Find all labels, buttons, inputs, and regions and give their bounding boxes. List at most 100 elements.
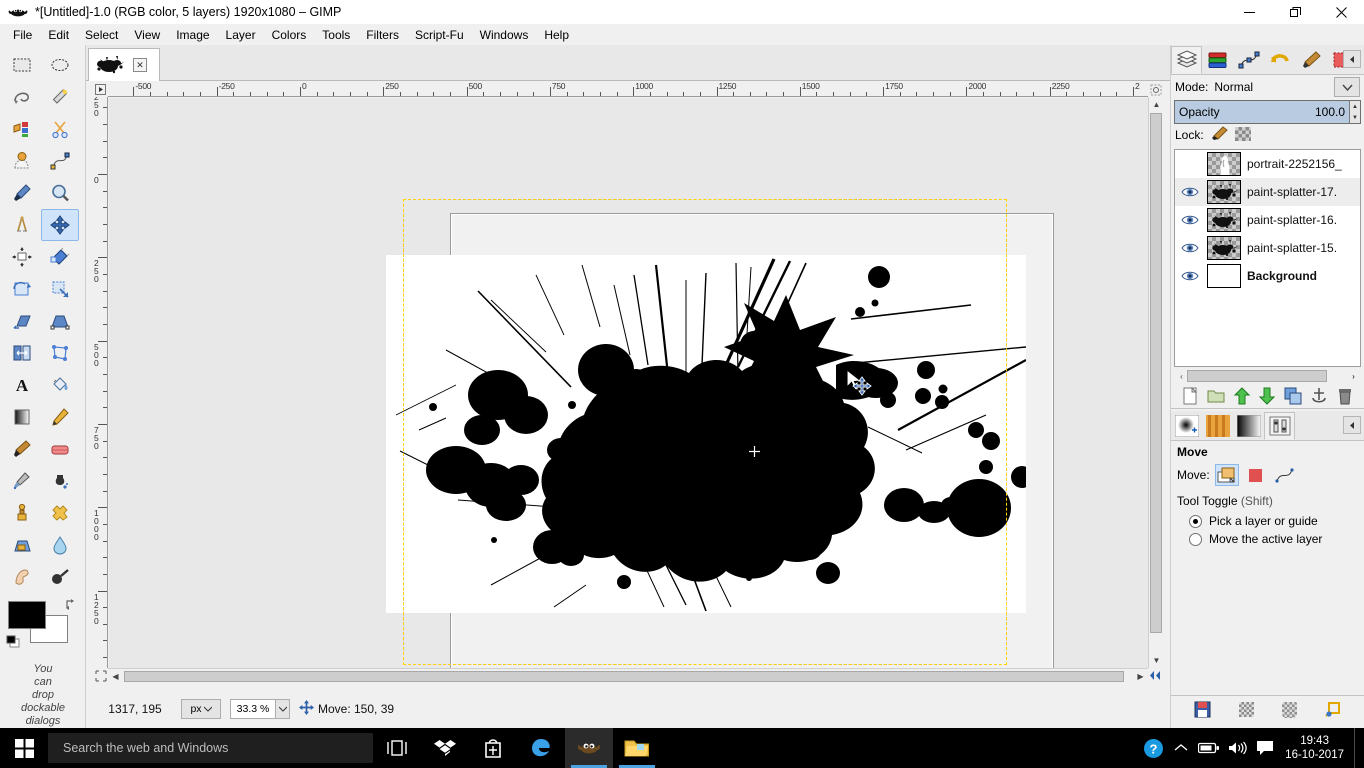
close-button[interactable] — [1318, 0, 1364, 24]
menu-windows[interactable]: Windows — [472, 26, 537, 44]
ruler-origin-button[interactable] — [93, 82, 108, 97]
vertical-ruler[interactable]: 250 0 250 500 750 1000 1250 — [93, 97, 108, 668]
layer-row[interactable]: paint-splatter-17. — [1175, 178, 1360, 206]
tool-rotate[interactable] — [3, 273, 41, 305]
zoom-selector[interactable]: 33.3 % — [230, 699, 290, 719]
tab-layers[interactable] — [1171, 45, 1202, 74]
quick-mask-toggle[interactable] — [1148, 82, 1163, 97]
help-icon[interactable]: ? — [1139, 728, 1167, 768]
move-layer-mode-button[interactable] — [1214, 464, 1239, 486]
menu-image[interactable]: Image — [168, 26, 217, 44]
tool-fuzzy-select[interactable] — [41, 81, 79, 113]
raise-layer-button[interactable] — [1232, 386, 1252, 406]
tool-scissors-select[interactable] — [41, 113, 79, 145]
reset-tool-options-icon[interactable] — [1323, 700, 1343, 720]
menu-view[interactable]: View — [126, 26, 168, 44]
tab-paths[interactable] — [1233, 46, 1264, 74]
eye-visible-icon[interactable] — [1179, 265, 1201, 287]
tool-paintbrush[interactable] — [3, 433, 41, 465]
layers-horizontal-scrollbar[interactable]: ‹ › — [1174, 369, 1361, 383]
menu-script-fu[interactable]: Script-Fu — [407, 26, 472, 44]
tool-perspective[interactable] — [41, 305, 79, 337]
scroll-up-arrow[interactable]: ▲ — [1149, 97, 1164, 112]
tool-text[interactable]: A — [3, 369, 41, 401]
move-selection-mode-button[interactable] — [1244, 464, 1268, 486]
opacity-spinner[interactable]: ▲ ▼ — [1349, 101, 1360, 123]
tool-measure[interactable] — [3, 209, 41, 241]
lock-alpha-icon[interactable] — [1234, 126, 1251, 144]
move-path-mode-button[interactable] — [1273, 464, 1297, 486]
tool-select-by-color[interactable] — [3, 113, 41, 145]
vertical-scroll-thumb[interactable] — [1150, 113, 1162, 633]
taskbar-search-input[interactable]: Search the web and Windows — [48, 733, 373, 763]
edge-browser-button[interactable] — [517, 728, 565, 768]
tool-airbrush[interactable] — [3, 465, 41, 497]
eye-visible-icon[interactable] — [1179, 181, 1201, 203]
tool-blur-sharpen[interactable] — [41, 529, 79, 561]
tool-clone[interactable] — [3, 497, 41, 529]
tool-color-picker[interactable] — [3, 177, 41, 209]
show-desktop-button[interactable] — [1354, 728, 1360, 768]
tool-cage-transform[interactable] — [41, 337, 79, 369]
menu-help[interactable]: Help — [536, 26, 577, 44]
lower-layer-button[interactable] — [1257, 386, 1277, 406]
tab-gradients[interactable] — [1233, 412, 1264, 440]
menu-filters[interactable]: Filters — [358, 26, 407, 44]
tool-perspective-clone[interactable] — [3, 529, 41, 561]
opacity-increase-button[interactable]: ▲ — [1350, 101, 1360, 112]
minimize-button[interactable] — [1226, 0, 1272, 24]
menu-file[interactable]: File — [5, 26, 40, 44]
tool-zoom[interactable] — [41, 177, 79, 209]
eye-hidden-icon[interactable] — [1179, 153, 1201, 175]
dock-menu-button[interactable] — [1343, 50, 1361, 68]
tab-channels[interactable] — [1202, 46, 1233, 74]
layers-scroll-thumb[interactable] — [1187, 370, 1327, 382]
eye-visible-icon[interactable] — [1179, 237, 1201, 259]
tab-brushes[interactable] — [1295, 46, 1326, 74]
layer-row[interactable]: paint-splatter-15. — [1175, 234, 1360, 262]
tool-smudge[interactable] — [3, 561, 41, 593]
tool-scale[interactable] — [41, 273, 79, 305]
layers-list[interactable]: portrait-2252156_ paint-splatter-17. paint… — [1174, 149, 1361, 367]
restore-tool-options-icon[interactable] — [1236, 700, 1256, 720]
tool-gradient[interactable] — [3, 401, 41, 433]
tab-patterns-2[interactable] — [1202, 412, 1233, 440]
duplicate-layer-button[interactable] — [1283, 386, 1303, 406]
swap-colors-icon[interactable] — [64, 597, 78, 611]
show-hidden-icons-icon[interactable] — [1167, 728, 1195, 768]
scroll-left-arrow[interactable]: ◀ — [108, 669, 123, 684]
tool-free-select[interactable] — [3, 81, 41, 113]
zoom-chevron-down-icon[interactable] — [275, 700, 289, 718]
navigation-preview-button[interactable] — [1148, 668, 1163, 683]
layer-row[interactable]: portrait-2252156_ — [1175, 150, 1360, 178]
lock-pixels-icon[interactable] — [1211, 126, 1228, 144]
new-layer-group-button[interactable] — [1206, 386, 1226, 406]
delete-layer-button[interactable] — [1335, 386, 1355, 406]
foreground-color-swatch[interactable] — [8, 601, 46, 629]
tool-foreground-select[interactable] — [3, 145, 41, 177]
gimp-taskbar-button[interactable] — [565, 728, 613, 768]
tool-options-menu-button[interactable] — [1343, 416, 1361, 434]
canvas-viewport[interactable] — [109, 98, 1148, 668]
dropbox-button[interactable] — [421, 728, 469, 768]
volume-icon[interactable] — [1223, 728, 1251, 768]
tool-ink[interactable] — [41, 465, 79, 497]
layers-scroll-right-arrow[interactable]: › — [1346, 369, 1361, 384]
tab-undo-history[interactable] — [1264, 46, 1295, 74]
radio-pick-layer-or-guide[interactable] — [1189, 514, 1202, 528]
file-explorer-button[interactable] — [613, 728, 661, 768]
tool-move[interactable] — [41, 209, 79, 241]
menu-tools[interactable]: Tools — [314, 26, 358, 44]
tool-paths[interactable] — [41, 145, 79, 177]
tool-heal[interactable] — [41, 497, 79, 529]
unit-selector[interactable]: px — [181, 699, 221, 719]
tab-brushes-2[interactable] — [1171, 412, 1202, 440]
new-layer-button[interactable] — [1180, 386, 1200, 406]
taskbar-clock[interactable]: 19:43 16-10-2017 — [1279, 734, 1354, 762]
tool-bucket-fill[interactable] — [41, 369, 79, 401]
tool-flip[interactable] — [3, 337, 41, 369]
battery-icon[interactable] — [1195, 728, 1223, 768]
tab-tool-options[interactable] — [1264, 411, 1295, 440]
scroll-right-arrow[interactable]: ▶ — [1133, 669, 1148, 684]
layer-opacity-slider[interactable]: Opacity 100.0 ▲ ▼ — [1174, 100, 1361, 124]
